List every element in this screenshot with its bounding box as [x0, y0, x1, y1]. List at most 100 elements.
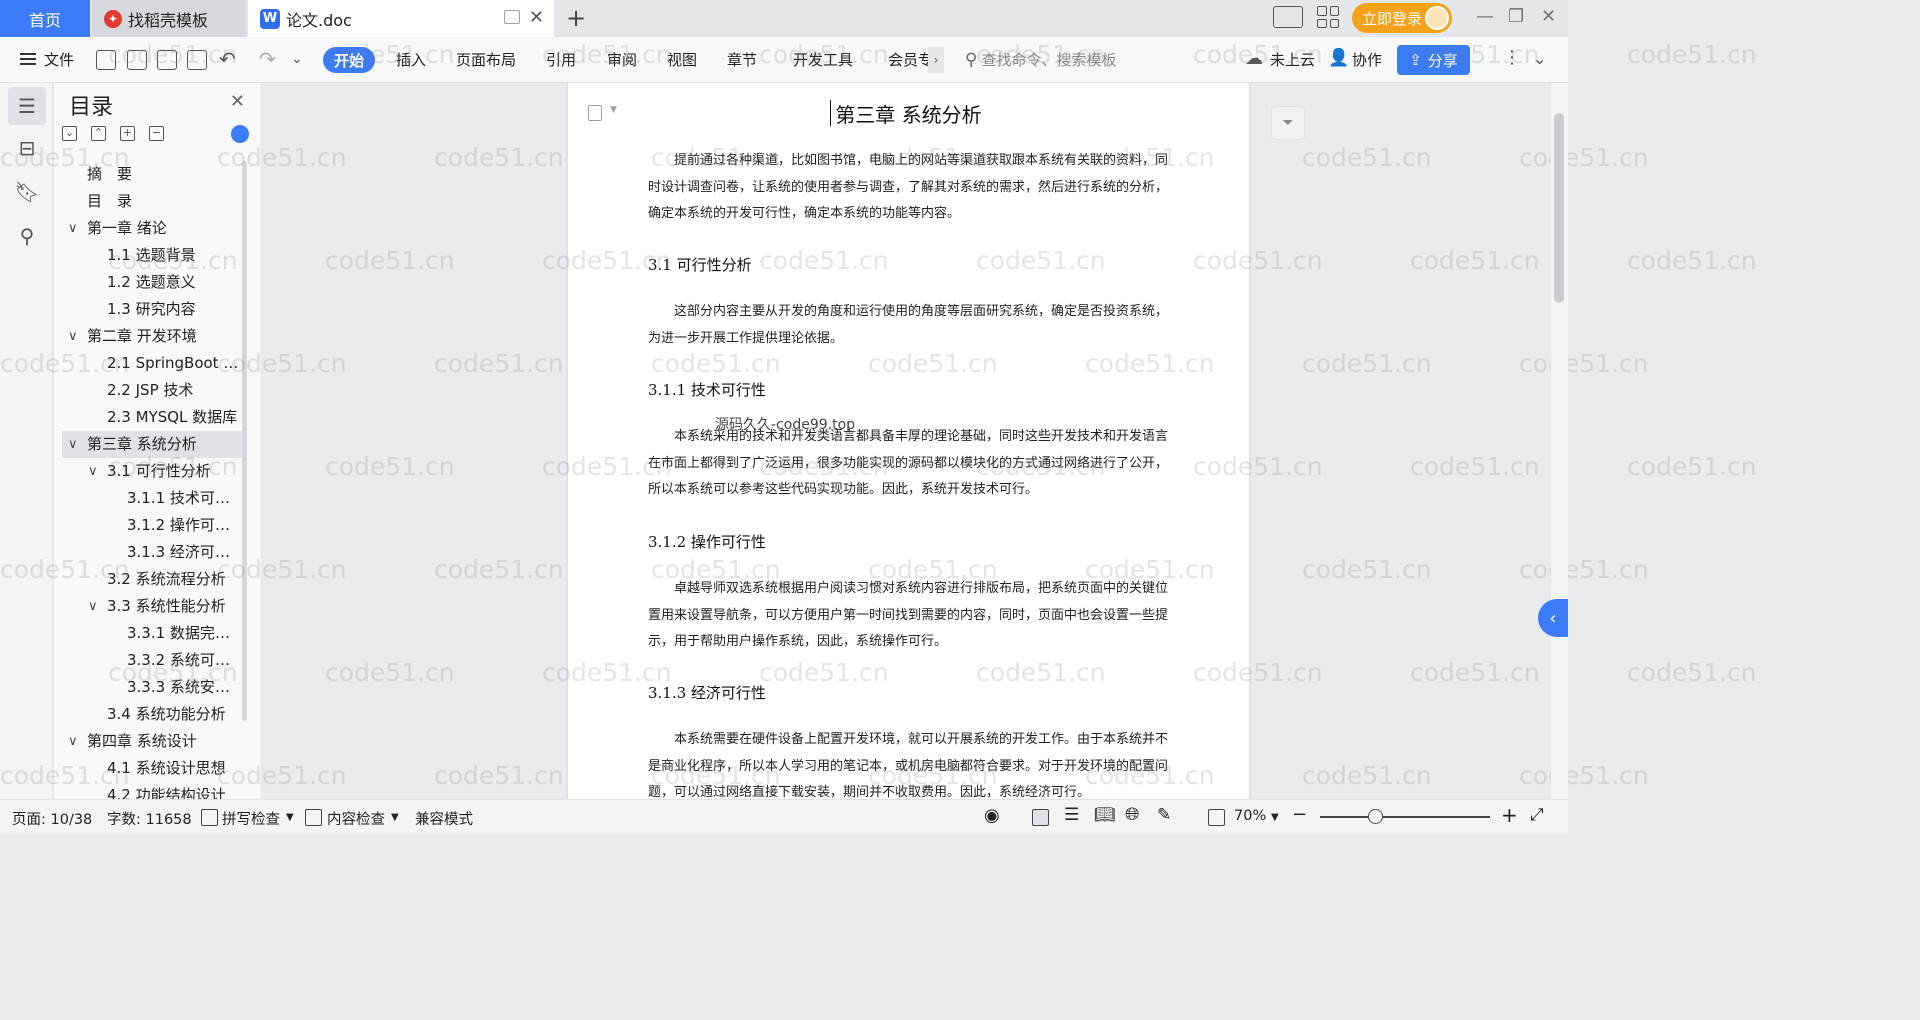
chevron-down-icon[interactable]: ▼	[1271, 812, 1279, 823]
content-check-button[interactable]: 内容检查	[327, 808, 385, 829]
share-button[interactable]: ⇪ 分享	[1397, 45, 1470, 75]
collapse-ribbon-icon[interactable]: ⌄	[1533, 49, 1546, 68]
chevron-down-icon[interactable]: ∨	[88, 593, 98, 620]
menu-icon[interactable]	[20, 53, 36, 65]
toc-item[interactable]: 3.1.1 技术可行性	[54, 485, 244, 512]
toc-item[interactable]: 2.1 SpringBoot 框架	[54, 350, 244, 377]
tab-page-layout[interactable]: 页面布局	[456, 49, 516, 70]
zoom-level[interactable]: 70%	[1234, 808, 1266, 824]
toc-panel-button[interactable]: ☰	[8, 87, 46, 125]
command-search[interactable]: ⚲ 查找命令、搜索模板	[965, 49, 1116, 70]
tab-home[interactable]: 首页	[0, 0, 90, 37]
close-tab-icon[interactable]: ✕	[529, 7, 544, 28]
toc-item[interactable]: 3.3.2 系统可靠性	[54, 647, 244, 674]
new-tab-icon[interactable]: +	[566, 4, 586, 32]
toc-item[interactable]: ∨ 第一章 绪论	[54, 215, 244, 242]
ribbon-more-icon[interactable]: ›	[928, 47, 944, 73]
minimize-icon[interactable]: —	[1476, 6, 1494, 27]
toc-item[interactable]: 摘 要	[54, 161, 244, 188]
chevron-down-icon[interactable]: ⌄	[291, 51, 303, 67]
compat-mode[interactable]: 兼容模式	[415, 808, 473, 829]
close-window-icon[interactable]: ✕	[1541, 6, 1556, 27]
collapse-all-icon[interactable]: ⌃	[91, 126, 106, 141]
toc-item[interactable]: ∨ 3.3 系统性能分析	[54, 593, 244, 620]
zoom-slider[interactable]	[1320, 816, 1490, 818]
print-icon[interactable]	[157, 50, 177, 70]
save-icon[interactable]	[96, 50, 116, 70]
remove-heading-icon[interactable]: −	[149, 126, 164, 141]
toc-item[interactable]: 2.2 JSP 技术	[54, 377, 244, 404]
toc-item[interactable]: 3.3.1 数据完整性	[54, 620, 244, 647]
toc-item[interactable]: 2.3 MYSQL 数据库	[54, 404, 244, 431]
chevron-down-icon[interactable]: ∨	[88, 458, 98, 485]
toc-item[interactable]: ∨ 第二章 开发环境	[54, 323, 244, 350]
fit-page-icon[interactable]	[1208, 809, 1225, 826]
chevron-down-icon[interactable]: ∨	[68, 728, 78, 755]
more-options-icon[interactable]: ⋮	[1503, 47, 1521, 68]
print-preview-icon[interactable]	[187, 50, 207, 70]
tab-references[interactable]: 引用	[546, 49, 576, 70]
collab-button[interactable]: 协作	[1352, 49, 1382, 70]
outline-view-icon[interactable]: ☰	[1064, 805, 1079, 825]
page-count[interactable]: 页面: 10/38	[12, 808, 92, 829]
word-count[interactable]: 字数: 11658	[107, 808, 192, 829]
toc-item[interactable]: 1.1 选题背景	[54, 242, 244, 269]
toc-item[interactable]: 3.1.2 操作可行性	[54, 512, 244, 539]
chevron-down-icon[interactable]: ∨	[68, 323, 78, 350]
export-icon[interactable]	[127, 50, 147, 70]
side-panel-toggle[interactable]: ‹	[1538, 599, 1568, 637]
zoom-in-icon[interactable]: +	[1501, 803, 1518, 827]
eye-protect-icon[interactable]: ◉	[984, 805, 1000, 826]
write-view-icon[interactable]: ✎	[1157, 805, 1171, 825]
bookmark-panel-button[interactable]: 🔖︎	[8, 173, 46, 211]
tab-member[interactable]: 会员专	[888, 49, 933, 70]
toc-item[interactable]: 4.1 系统设计思想	[54, 755, 244, 782]
redo-icon[interactable]: ↷	[259, 47, 276, 71]
toc-item[interactable]: 目 录	[54, 188, 244, 215]
nav-panel-button[interactable]: ⊟	[8, 129, 46, 167]
close-icon[interactable]: ✕	[230, 91, 245, 112]
add-heading-icon[interactable]: +	[120, 126, 135, 141]
toc-item[interactable]: 1.2 选题意义	[54, 269, 244, 296]
toc-item[interactable]: 3.3.3 系统安全性	[54, 674, 244, 701]
toc-item[interactable]: 1.3 研究内容	[54, 296, 244, 323]
screen-icon[interactable]	[504, 10, 520, 24]
document-page[interactable]: ▼ 第三章 系统分析 提前通过各种渠道，比如图书馆，电脑上的网站等渠道获取跟本系…	[568, 83, 1249, 799]
filter-button[interactable]: ⏷	[1271, 106, 1305, 140]
maximize-icon[interactable]: ❐	[1508, 6, 1524, 27]
tab-template[interactable]: ✦ 找稻壳模板	[92, 0, 246, 37]
chevron-down-icon[interactable]: ∨	[68, 431, 78, 458]
toc-item[interactable]: 3.2 系统流程分析	[54, 566, 244, 593]
ai-assistant-icon[interactable]	[231, 125, 249, 143]
web-view-icon[interactable]: 🌐︎	[1125, 804, 1139, 825]
login-button[interactable]: 立即登录	[1352, 3, 1452, 33]
file-menu[interactable]: 文件	[44, 49, 74, 70]
document-area[interactable]: ▼ 第三章 系统分析 提前通过各种渠道，比如图书馆，电脑上的网站等渠道获取跟本系…	[263, 83, 1551, 799]
chevron-down-icon[interactable]: ▼	[286, 812, 294, 823]
chevron-down-icon[interactable]: ▼	[391, 812, 399, 823]
spellcheck-button[interactable]: 拼写检查	[222, 808, 280, 829]
chevron-down-icon[interactable]: ∨	[68, 215, 78, 242]
zoom-slider-handle[interactable]	[1368, 809, 1383, 824]
fullscreen-icon[interactable]: ⤢	[1530, 805, 1544, 825]
toc-scrollbar[interactable]	[242, 161, 247, 721]
tab-chapter[interactable]: 章节	[727, 49, 757, 70]
find-panel-button[interactable]: ⚲	[8, 217, 46, 255]
toc-item[interactable]: ∨ 3.1 可行性分析	[54, 458, 244, 485]
tab-review[interactable]: 审阅	[607, 49, 637, 70]
zoom-out-icon[interactable]: −	[1292, 804, 1307, 825]
toc-item[interactable]: ∨ 第四章 系统设计	[54, 728, 244, 755]
undo-icon[interactable]: ↶	[219, 47, 236, 71]
scroll-thumb[interactable]	[1554, 113, 1564, 303]
toc-item[interactable]: ∨ 第三章 系统分析	[62, 431, 244, 458]
tab-developer[interactable]: 开发工具	[793, 49, 853, 70]
toc-item[interactable]: 3.4 系统功能分析	[54, 701, 244, 728]
apps-grid-icon[interactable]	[1317, 6, 1339, 28]
cloud-status[interactable]: 未上云	[1270, 49, 1315, 70]
tab-start[interactable]: 开始	[323, 47, 375, 73]
expand-all-icon[interactable]: ⌄	[62, 126, 77, 141]
toc-item[interactable]: 3.1.3 经济可行性	[54, 539, 244, 566]
page-view-icon[interactable]	[1032, 809, 1049, 826]
layout-icon[interactable]	[1273, 6, 1303, 28]
tab-view[interactable]: 视图	[667, 49, 697, 70]
